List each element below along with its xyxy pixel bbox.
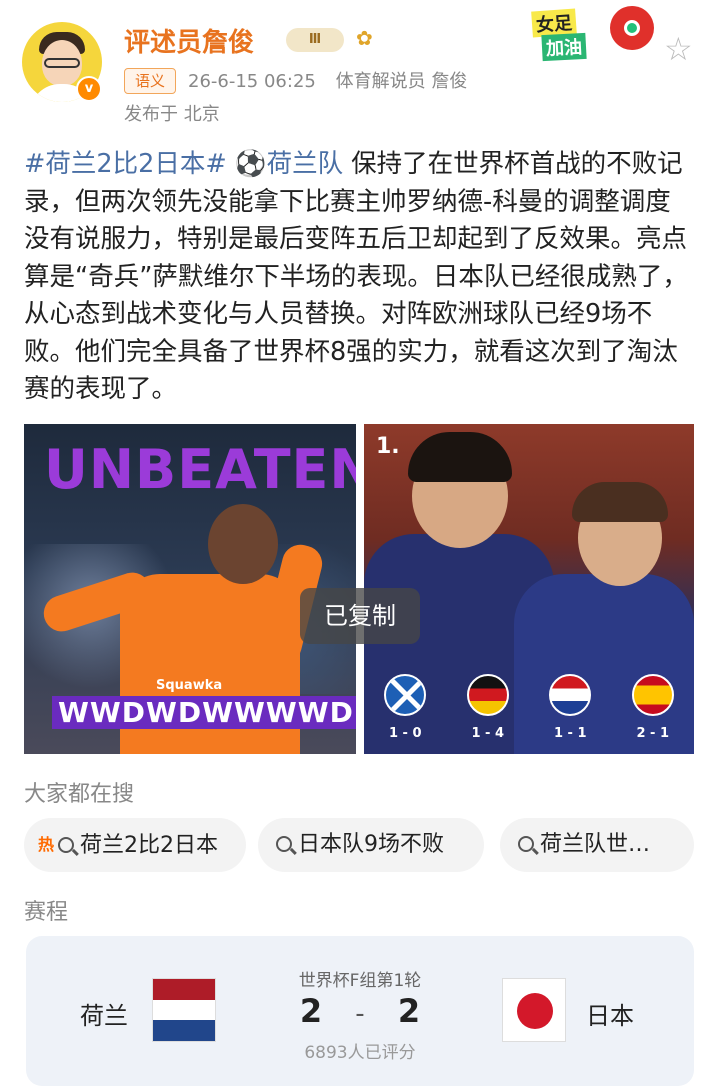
japan-flag-icon (502, 978, 566, 1042)
netherlands-flag-icon (152, 978, 216, 1042)
post-meta: 26-6-15 06:25 体育解说员 詹俊 (188, 67, 467, 93)
spain-flag-icon (631, 674, 674, 716)
sticker-text-2: 加油 (541, 32, 587, 62)
hashtag-link[interactable]: #荷兰2比2日本# (24, 149, 227, 179)
away-score: 2 (397, 992, 421, 1030)
germany-flag-icon (466, 674, 509, 716)
post-timestamp: 26-6-15 06:25 (188, 71, 316, 92)
search-icon (58, 837, 75, 853)
result-item: 1 - 1 (540, 674, 600, 741)
image-logo: 1. (376, 434, 400, 459)
home-score: 2 (299, 992, 323, 1030)
hot-icon: 热 (38, 835, 55, 854)
player-head (208, 504, 278, 584)
search-icon (518, 836, 534, 852)
star-icon[interactable]: ☆ (664, 30, 693, 68)
search-chip-label: 荷兰队世… (540, 832, 651, 857)
player2-hair (572, 482, 668, 522)
form-string: WWDWDWWWWD (52, 696, 356, 729)
team-link-label: 荷兰队 (266, 149, 344, 179)
copied-toast: 已复制 (300, 588, 420, 644)
search-chip-label: 日本队9场不败 (298, 832, 444, 857)
search-section-title: 大家都在搜 (24, 782, 135, 807)
image-title: UNBEATEN (44, 438, 356, 501)
score-separator: - (355, 999, 365, 1029)
avatar-glasses (44, 58, 80, 68)
flower-icon (610, 6, 654, 50)
sunflower-icon: ✿ (356, 26, 373, 50)
verified-icon: v (76, 76, 102, 102)
scotland-flag-icon (384, 674, 427, 716)
search-chip-2[interactable]: 日本队9场不败 (258, 818, 484, 872)
rating-count: 6893人已评分 (304, 1043, 416, 1063)
result-score: 1 - 1 (553, 726, 587, 741)
soccer-ball-icon: ⚽ (234, 149, 267, 179)
level-badge[interactable]: Ⅲ (286, 28, 344, 52)
post-body-text: 保持了在世界杯首战的不败记录，但两次领先没能拿下比赛主帅罗纳德-科曼的调整调度没… (24, 149, 688, 404)
result-score: 2 - 1 (636, 726, 670, 741)
search-chip-1[interactable]: 热 荷兰2比2日本 (24, 818, 246, 872)
result-item: 1 - 4 (458, 674, 518, 741)
home-team-name: 荷兰 (80, 1002, 128, 1030)
image-brand: Squawka (156, 678, 223, 693)
result-item: 2 - 1 (623, 674, 683, 741)
away-team-name: 日本 (586, 1002, 634, 1030)
result-item: 1 - 0 (375, 674, 435, 741)
schedule-section-title: 赛程 (24, 900, 69, 925)
username[interactable]: 评述员詹俊 (124, 22, 254, 59)
results-row: 1 - 0 1 - 4 1 - 1 2 - 1 (364, 674, 694, 741)
post-text: #荷兰2比2日本# ⚽荷兰队 保持了在世界杯首战的不败记录，但两次领先没能拿下比… (24, 146, 696, 409)
post-location: 发布于 北京 (124, 104, 220, 125)
ai-badge[interactable]: 语义 (124, 68, 177, 94)
result-score: 1 - 0 (388, 726, 422, 741)
search-chip-3[interactable]: 荷兰队世… (500, 818, 694, 872)
team-link[interactable]: ⚽荷兰队 (235, 149, 343, 179)
level-badge-text: Ⅲ (308, 32, 322, 47)
result-score: 1 - 4 (471, 726, 505, 741)
search-icon (276, 836, 292, 852)
croatia-flag-icon (549, 674, 592, 716)
decor-sticker: 女足 加油 (518, 4, 668, 62)
author-title: 体育解说员 詹俊 (335, 71, 468, 92)
match-round: 世界杯F组第1轮 (298, 971, 422, 991)
match-score: 2 - 2 (220, 992, 500, 1030)
player1-hair (408, 432, 512, 482)
search-chip-label: 荷兰2比2日本 (80, 833, 219, 858)
